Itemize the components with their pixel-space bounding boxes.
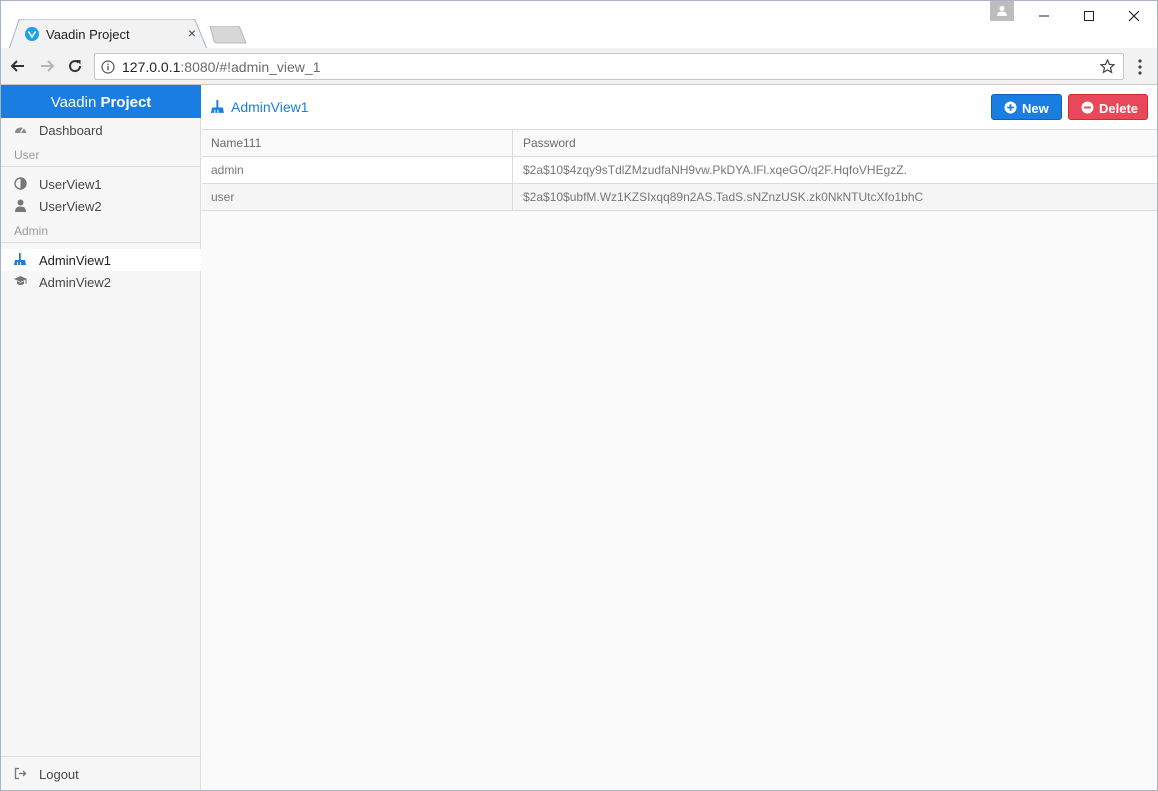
sign-out-icon — [14, 767, 27, 780]
minus-circle-icon — [1081, 101, 1094, 114]
dashboard-icon — [14, 123, 27, 136]
logout-button[interactable]: Logout — [1, 763, 201, 785]
sidebar-item-dashboard[interactable]: Dashboard — [1, 119, 201, 141]
divider — [1, 756, 201, 757]
column-header-password[interactable]: Password — [514, 130, 1157, 156]
reload-button[interactable] — [64, 55, 86, 77]
user-icon — [14, 199, 27, 212]
sidebar-item-adminview1[interactable]: AdminView1 — [1, 249, 201, 271]
title-bar: Vaadin Project × — [1, 1, 1157, 49]
adjust-icon — [14, 177, 27, 190]
forward-button[interactable] — [36, 55, 58, 77]
grid-empty-area — [202, 211, 1157, 790]
table-row[interactable]: user $2a$10$ubfM.Wz1KZSIxqq89n2AS.TadS.s… — [202, 184, 1157, 211]
brand-light: Vaadin — [50, 94, 97, 111]
broom-icon — [14, 253, 27, 266]
main-content: AdminView1 New Delete Name111 Password a… — [202, 85, 1157, 790]
reload-icon — [69, 60, 82, 73]
url-path: :8080/#!admin_view_1 — [180, 59, 321, 75]
logout-label: Logout — [39, 767, 79, 782]
section-user: User — [1, 145, 201, 167]
sidebar-item-label: AdminView2 — [39, 275, 112, 290]
back-button[interactable] — [7, 55, 29, 77]
section-label: User — [14, 148, 40, 162]
sidebar: Vaadin Project Dashboard User UserView1 … — [1, 85, 201, 790]
browser-tab[interactable]: Vaadin Project × — [9, 19, 208, 49]
sidebar-item-userview2[interactable]: UserView2 — [1, 195, 201, 217]
page-title: AdminView1 — [231, 99, 309, 115]
view-header: AdminView1 New Delete — [202, 85, 1157, 129]
table-cell: $2a$10$4zqy9sTdlZMzudfaNH9vw.PkDYA.lFl.x… — [523, 163, 907, 177]
sidebar-item-label: UserView2 — [39, 199, 102, 214]
sidebar-item-label: Dashboard — [39, 123, 103, 138]
tab-close-icon[interactable]: × — [185, 25, 199, 41]
new-button-label: New — [1022, 101, 1049, 116]
tab-title: Vaadin Project — [46, 27, 130, 42]
grid-header-row: Name111 Password — [202, 130, 1157, 157]
vaadin-app: Vaadin Project Dashboard User UserView1 … — [1, 85, 1157, 790]
delete-button[interactable]: Delete — [1068, 94, 1148, 120]
brand-bold: Project — [100, 94, 152, 111]
url-text[interactable]: 127.0.0.1:8080/#!admin_view_1 — [122, 59, 321, 75]
person-icon — [997, 6, 1007, 16]
graduation-cap-icon — [14, 275, 27, 288]
broom-icon — [211, 100, 225, 114]
maximize-button[interactable] — [1079, 7, 1099, 25]
close-window-button[interactable] — [1124, 7, 1144, 25]
section-label: Admin — [14, 224, 49, 238]
sidebar-item-userview1[interactable]: UserView1 — [1, 173, 201, 195]
new-tab-button[interactable] — [209, 25, 247, 44]
info-icon[interactable] — [101, 60, 115, 74]
plus-circle-icon — [1004, 101, 1017, 114]
vaadin-logo-icon — [25, 27, 39, 41]
users-grid: Name111 Password admin $2a$10$4zqy9sTdlZ… — [202, 129, 1157, 211]
star-icon[interactable] — [1099, 58, 1116, 74]
new-button[interactable]: New — [991, 94, 1062, 120]
profile-button[interactable] — [990, 1, 1014, 21]
arrow-right-icon — [41, 60, 55, 72]
sidebar-item-label: AdminView1 — [39, 253, 112, 268]
table-cell: $2a$10$ubfM.Wz1KZSIxqq89n2AS.TadS.sNZnzU… — [523, 190, 924, 204]
browser-toolbar: 127.0.0.1:8080/#!admin_view_1 — [1, 48, 1157, 85]
sidebar-item-adminview2[interactable]: AdminView2 — [1, 271, 201, 293]
app-brand: Vaadin Project — [1, 85, 201, 118]
column-header-name[interactable]: Name111 — [202, 130, 513, 156]
arrow-left-icon — [10, 60, 24, 72]
minimize-button[interactable] — [1034, 7, 1054, 25]
delete-button-label: Delete — [1099, 101, 1139, 116]
table-row[interactable]: admin $2a$10$4zqy9sTdlZMzudfaNH9vw.PkDYA… — [202, 157, 1157, 184]
more-vert-icon[interactable] — [1135, 58, 1145, 76]
table-cell: user — [202, 184, 513, 210]
address-bar[interactable]: 127.0.0.1:8080/#!admin_view_1 — [94, 53, 1124, 80]
section-admin: Admin — [1, 221, 201, 243]
table-cell: admin — [202, 157, 513, 183]
sidebar-item-label: UserView1 — [39, 177, 102, 192]
url-host: 127.0.0.1 — [122, 59, 181, 75]
